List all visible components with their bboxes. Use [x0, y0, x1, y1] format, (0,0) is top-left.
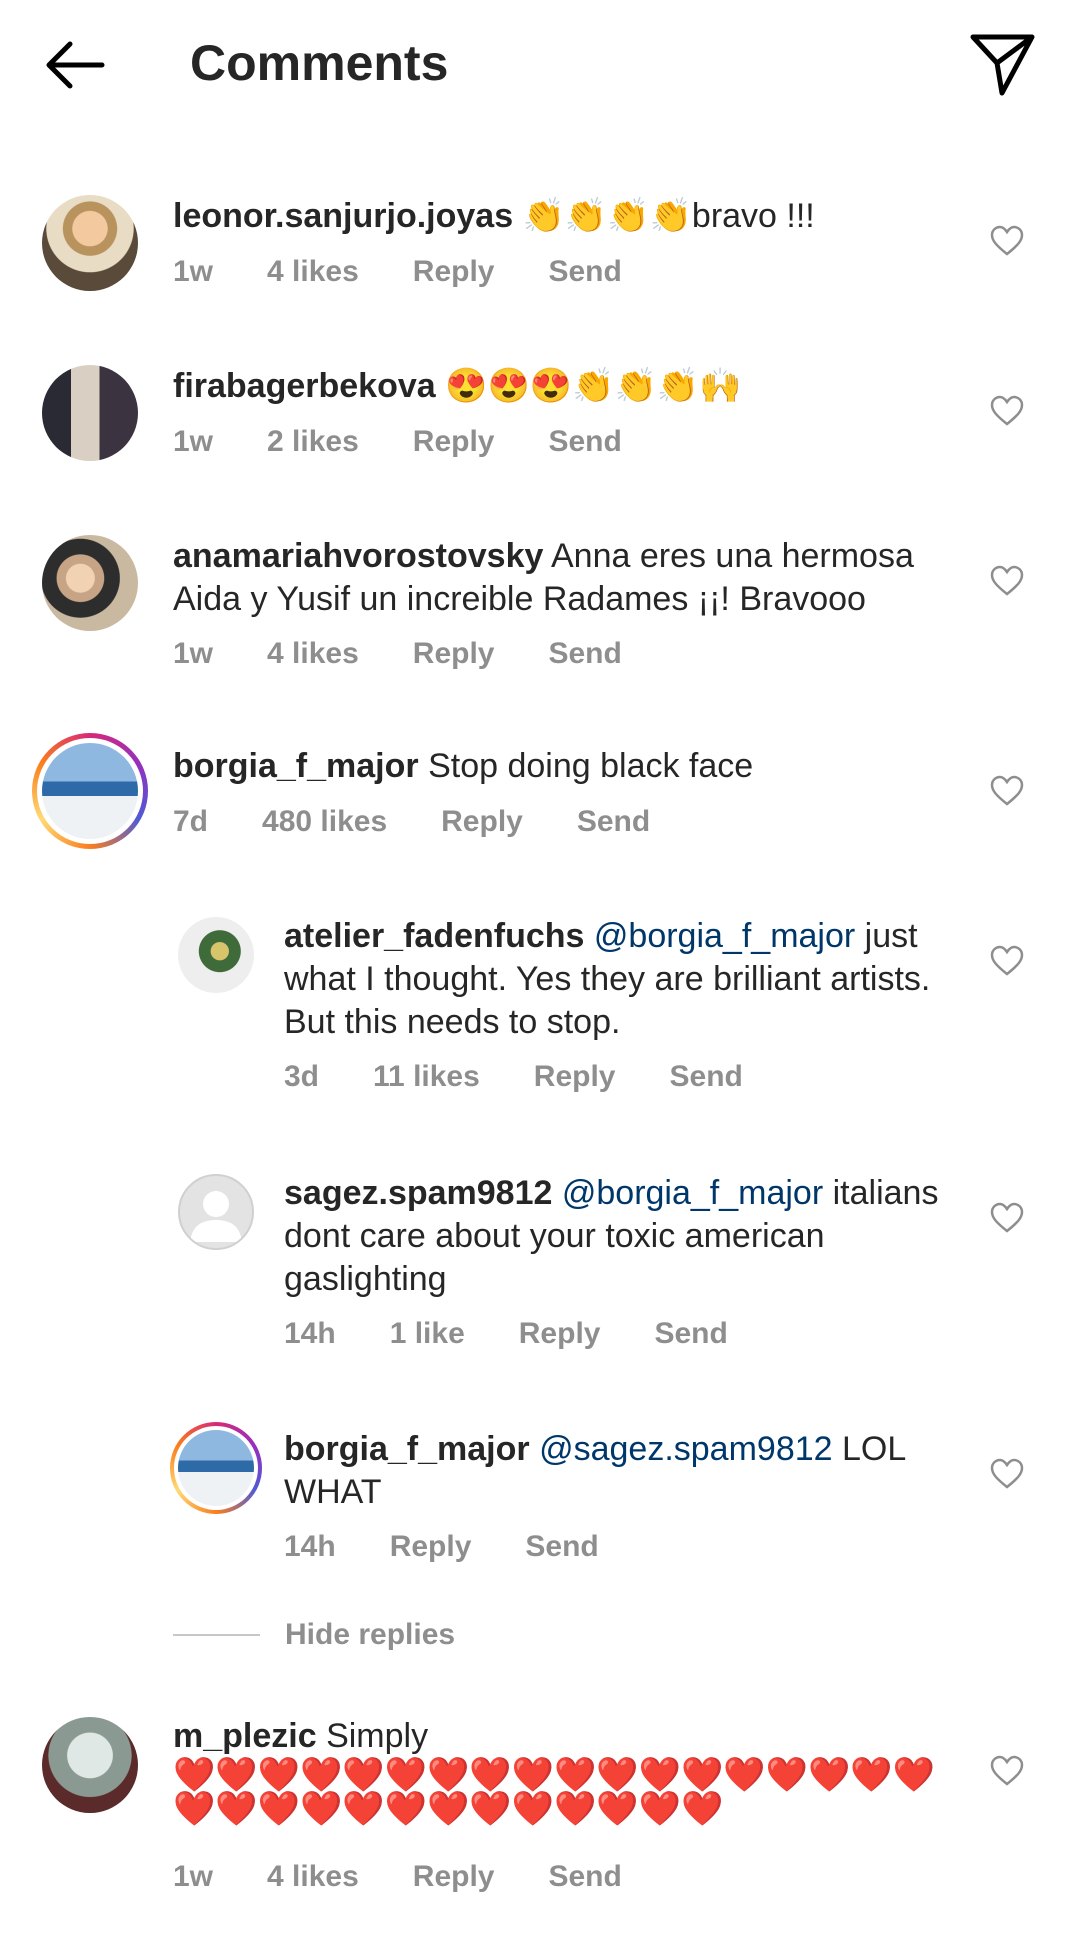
comment-body: Stop doing black face — [428, 747, 754, 785]
heart-outline-icon[interactable] — [990, 1755, 1024, 1787]
reply-button[interactable]: Reply — [534, 1060, 616, 1094]
comment-body: bravo !!! — [691, 197, 815, 235]
hide-replies-button[interactable]: Hide replies — [173, 1618, 455, 1652]
share-button[interactable] — [965, 25, 1040, 100]
heart-outline-icon[interactable] — [990, 945, 1024, 977]
comment-likes[interactable]: 1 like — [390, 1317, 465, 1351]
avatar[interactable] — [42, 1717, 138, 1813]
send-button[interactable]: Send — [548, 637, 621, 671]
comment-likes[interactable]: 4 likes — [267, 255, 359, 289]
comment-time: 7d — [173, 805, 209, 838]
avatar[interactable] — [178, 917, 254, 993]
send-button[interactable]: Send — [577, 805, 650, 839]
heart-outline-icon[interactable] — [990, 1202, 1024, 1234]
comment-text: borgia_f_major @sagez.spam9812 LOL WHAT — [284, 1428, 964, 1514]
heart-outline-icon[interactable] — [990, 225, 1024, 257]
heart-outline-icon[interactable] — [990, 395, 1024, 427]
comment-time: 3d — [284, 1060, 320, 1093]
mention-link[interactable]: @sagez.spam9812 — [539, 1430, 832, 1468]
comment-meta: 1w 4 likes Reply Send — [173, 637, 676, 671]
default-user-icon — [190, 1191, 242, 1242]
comment-time: 14h — [284, 1317, 336, 1350]
username[interactable]: firabagerbekova — [173, 367, 436, 405]
comment-emoji: ❤️❤️❤️❤️❤️❤️❤️❤️❤️❤️❤️❤️❤️❤️❤️❤️❤️❤️❤️❤️… — [173, 1756, 936, 1828]
heart-outline-icon[interactable] — [990, 775, 1024, 807]
comment-meta: 3d 11 likes Reply Send — [284, 1060, 797, 1094]
send-button[interactable]: Send — [670, 1060, 743, 1094]
comment-text: atelier_fadenfuchs @borgia_f_major just … — [284, 915, 964, 1044]
comment-likes[interactable]: 4 likes — [267, 1860, 359, 1894]
comment-meta: 14h Reply Send — [284, 1530, 653, 1564]
comment-time: 1w — [173, 637, 214, 670]
comment-time: 1w — [173, 255, 214, 288]
comment-time: 14h — [284, 1530, 336, 1563]
comment-likes[interactable]: 11 likes — [373, 1060, 480, 1094]
username[interactable]: borgia_f_major — [173, 747, 419, 785]
heart-outline-icon[interactable] — [990, 565, 1024, 597]
username[interactable]: anamariahvorostovsky — [173, 537, 543, 575]
reply-button[interactable]: Reply — [519, 1317, 601, 1351]
comment-meta: 1w 4 likes Reply Send — [173, 1860, 676, 1894]
avatar[interactable] — [42, 195, 138, 291]
comment-meta: 1w 4 likes Reply Send — [173, 255, 676, 289]
header-bar: Comments — [0, 0, 1080, 130]
avatar[interactable] — [178, 1174, 254, 1250]
username[interactable]: leonor.sanjurjo.joyas — [173, 197, 513, 235]
comment-likes[interactable]: 480 likes — [262, 805, 387, 839]
username[interactable]: borgia_f_major — [284, 1430, 530, 1468]
comment-emoji: 😍😍😍👏👏👏🙌 — [445, 367, 742, 405]
comment-text: sagez.spam9812 @borgia_f_major italians … — [284, 1172, 964, 1301]
comment-emoji: 👏👏👏👏 — [522, 197, 692, 235]
hide-replies-label: Hide replies — [285, 1618, 456, 1651]
reply-button[interactable]: Reply — [441, 805, 523, 839]
avatar[interactable] — [42, 535, 138, 631]
comment-likes[interactable]: 2 likes — [267, 425, 359, 459]
avatar — [178, 1430, 254, 1506]
avatar — [42, 743, 138, 839]
comment-body: Simply — [326, 1717, 429, 1755]
comment-likes[interactable]: 4 likes — [267, 637, 359, 671]
send-button[interactable]: Send — [654, 1317, 727, 1351]
username[interactable]: sagez.spam9812 — [284, 1174, 552, 1212]
comment-text: leonor.sanjurjo.joyas 👏👏👏👏bravo !!! — [173, 195, 953, 238]
mention-link[interactable]: @borgia_f_major — [594, 917, 855, 955]
page-title: Comments — [190, 35, 449, 91]
reply-button[interactable]: Reply — [413, 425, 495, 459]
comment-time: 1w — [173, 425, 214, 458]
reply-button[interactable]: Reply — [413, 1860, 495, 1894]
story-ring[interactable] — [32, 733, 148, 849]
comment-meta: 7d 480 likes Reply Send — [173, 805, 704, 839]
story-ring[interactable] — [170, 1422, 262, 1514]
comment-text: m_plezic Simply❤️❤️❤️❤️❤️❤️❤️❤️❤️❤️❤️❤️❤… — [173, 1715, 953, 1831]
heart-outline-icon[interactable] — [990, 1458, 1024, 1490]
back-button[interactable] — [40, 30, 110, 100]
comment-text: borgia_f_major Stop doing black face — [173, 745, 953, 788]
arrow-left-icon — [46, 41, 105, 89]
username[interactable]: atelier_fadenfuchs — [284, 917, 584, 955]
comment-meta: 14h 1 like Reply Send — [284, 1317, 782, 1351]
send-button[interactable]: Send — [548, 255, 621, 289]
divider — [173, 1634, 260, 1636]
send-button[interactable]: Send — [548, 1860, 621, 1894]
reply-button[interactable]: Reply — [390, 1530, 472, 1564]
comment-time: 1w — [173, 1860, 214, 1893]
send-button[interactable]: Send — [525, 1530, 598, 1564]
comment-meta: 1w 2 likes Reply Send — [173, 425, 676, 459]
paper-plane-icon — [970, 34, 1035, 96]
reply-button[interactable]: Reply — [413, 637, 495, 671]
send-button[interactable]: Send — [548, 425, 621, 459]
username[interactable]: m_plezic — [173, 1717, 317, 1755]
mention-link[interactable]: @borgia_f_major — [562, 1174, 823, 1212]
comment-text: anamariahvorostovsky Anna eres una hermo… — [173, 535, 953, 621]
comment-text: firabagerbekova 😍😍😍👏👏👏🙌 — [173, 365, 953, 408]
reply-button[interactable]: Reply — [413, 255, 495, 289]
avatar[interactable] — [42, 365, 138, 461]
